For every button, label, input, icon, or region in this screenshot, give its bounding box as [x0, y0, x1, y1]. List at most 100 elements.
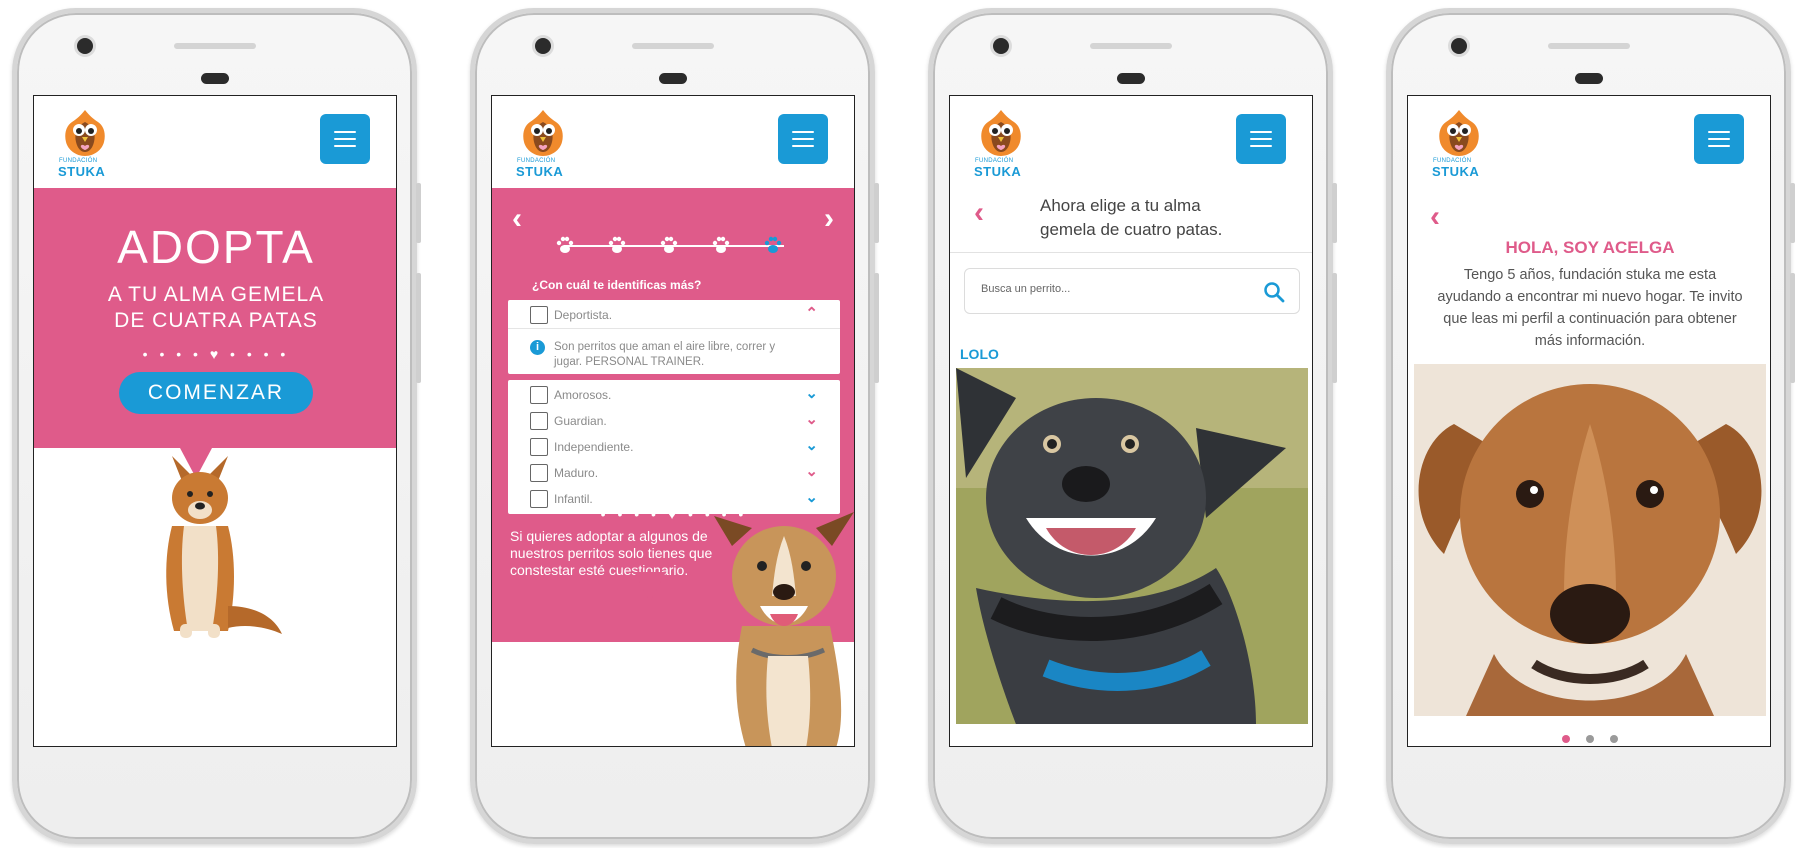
- paw-step-icon[interactable]: [606, 234, 628, 256]
- chevron-down-icon[interactable]: ⌄: [805, 410, 818, 428]
- sitting-dog-illustration: [166, 456, 282, 638]
- dog-photo-image: [1414, 364, 1766, 716]
- speaker-grille: [1089, 43, 1172, 49]
- dog-name-label[interactable]: LOLO: [960, 346, 999, 362]
- option-description: Son perritos que aman el aire libre, cor…: [554, 341, 776, 368]
- hamburger-icon: [1250, 131, 1272, 133]
- screen-quiz: FUNDACIÓN STUKA ‹ › ¿Con cuál te identif…: [491, 95, 855, 747]
- earpiece: [200, 73, 229, 84]
- back-button[interactable]: ‹: [974, 196, 984, 230]
- hamburger-menu-button[interactable]: [778, 114, 828, 164]
- chevron-down-icon[interactable]: ⌄: [805, 384, 818, 402]
- earpiece: [658, 73, 687, 84]
- quiz-question: ¿Con cuál te identificas más?: [532, 278, 702, 292]
- paw-step-icon[interactable]: [710, 234, 732, 256]
- option-deportista[interactable]: Deportista. ⌃ i Son perritos que aman el…: [508, 300, 840, 374]
- option-label: Guardian.: [554, 414, 607, 428]
- phone-frame-3: FUNDACIÓN STUKA ‹ Ahora elige a tu alma …: [928, 8, 1337, 844]
- earpiece: [1574, 73, 1603, 84]
- chevron-up-icon[interactable]: ⌃: [805, 304, 818, 322]
- speaker-grille: [173, 43, 256, 49]
- stuka-logo[interactable]: FUNDACIÓN STUKA: [1430, 108, 1486, 179]
- mockup-stage: FUNDACIÓN STUKA ADOPTA A TU ALMA GEMELA …: [0, 0, 1807, 848]
- hero-title: ADOPTA: [117, 221, 315, 273]
- divider: [950, 252, 1312, 253]
- search-icon[interactable]: [1263, 281, 1285, 303]
- option-label: Independiente.: [554, 440, 634, 454]
- dog-photo-image: [956, 368, 1308, 724]
- search-input[interactable]: [981, 283, 1241, 295]
- logo-name: STUKA: [516, 164, 564, 179]
- option-checkbox[interactable]: [530, 306, 548, 324]
- bird-logo-icon: [65, 110, 105, 156]
- speech-bubble-tail: [634, 572, 666, 602]
- logo-name: STUKA: [1432, 164, 1480, 179]
- camera-icon: [535, 38, 551, 54]
- logo-name: STUKA: [58, 164, 106, 179]
- camera-icon: [993, 38, 1009, 54]
- photo-pager[interactable]: [1408, 730, 1770, 746]
- stuka-logo[interactable]: FUNDACIÓN STUKA: [514, 108, 570, 179]
- bird-logo-icon: [1439, 110, 1479, 156]
- profile-description: Tengo 5 años, fundación stuka me esta ay…: [1437, 267, 1743, 349]
- chevron-down-icon[interactable]: ⌄: [805, 436, 818, 454]
- app-header: FUNDACIÓN STUKA: [492, 96, 854, 188]
- option-label: Amorosos.: [554, 388, 612, 402]
- phone-frame-4: FUNDACIÓN STUKA ‹ HOLA, SOY ACELGA Tengo…: [1386, 8, 1795, 844]
- pager-dot-active[interactable]: [1561, 735, 1570, 743]
- camera-icon: [77, 38, 93, 54]
- screen-choose-dog: FUNDACIÓN STUKA ‹ Ahora elige a tu alma …: [949, 95, 1313, 747]
- search-bar[interactable]: [964, 268, 1300, 314]
- step-progress: [554, 232, 794, 258]
- phone-frame-2: FUNDACIÓN STUKA ‹ › ¿Con cuál te identif…: [470, 8, 879, 844]
- option-label: Infantil.: [554, 492, 593, 506]
- hero-banner: ADOPTA A TU ALMA GEMELA DE CUATRA PATAS …: [34, 188, 396, 448]
- bird-logo-icon: [523, 110, 563, 156]
- hero-subtitle-line1: A TU ALMA GEMELA: [107, 283, 325, 306]
- quiz-footer-text: Si quieres adoptar a algunos de nuestros…: [510, 528, 713, 578]
- dog-photo-acelga[interactable]: [1414, 364, 1766, 716]
- chevron-down-icon[interactable]: ⌄: [805, 488, 818, 506]
- stuka-logo[interactable]: FUNDACIÓN STUKA: [972, 108, 1028, 179]
- back-button[interactable]: ‹: [1430, 200, 1440, 234]
- bird-logo-icon: [981, 110, 1021, 156]
- option-label: Deportista.: [554, 308, 613, 322]
- pager-dot[interactable]: [1610, 735, 1619, 743]
- hamburger-icon: [792, 131, 814, 133]
- earpiece: [1116, 73, 1145, 84]
- dog-photo-lolo[interactable]: [956, 368, 1308, 724]
- smiling-dog-illustration: [714, 512, 854, 746]
- pager-dot[interactable]: [1586, 735, 1594, 743]
- speaker-grille: [1547, 43, 1630, 49]
- prev-step-button[interactable]: ‹: [512, 202, 522, 236]
- option-checkbox[interactable]: [530, 464, 548, 482]
- profile-title: HOLA, SOY ACELGA: [1505, 238, 1675, 257]
- paw-step-icon[interactable]: [554, 234, 576, 256]
- camera-icon: [1451, 38, 1467, 54]
- hamburger-menu-button[interactable]: [1236, 114, 1286, 164]
- app-header: FUNDACIÓN STUKA: [34, 96, 396, 188]
- hamburger-menu-button[interactable]: [1694, 114, 1744, 164]
- next-step-button[interactable]: ›: [824, 202, 834, 236]
- screen-title: Ahora elige a tu alma gemela de cuatro p…: [1040, 196, 1223, 239]
- option-checkbox[interactable]: [530, 438, 548, 456]
- screen-adopta: FUNDACIÓN STUKA ADOPTA A TU ALMA GEMELA …: [33, 95, 397, 747]
- info-icon: i: [530, 340, 545, 355]
- app-header: FUNDACIÓN STUKA: [950, 96, 1312, 188]
- comenzar-button[interactable]: COMENZAR: [119, 372, 313, 414]
- stuka-logo[interactable]: FUNDACIÓN STUKA: [56, 108, 112, 179]
- chevron-down-icon[interactable]: ⌄: [805, 462, 818, 480]
- phone-frame-1: FUNDACIÓN STUKA ADOPTA A TU ALMA GEMELA …: [12, 8, 421, 844]
- app-header: FUNDACIÓN STUKA: [1408, 96, 1770, 188]
- option-label: Maduro.: [554, 466, 599, 480]
- hamburger-icon: [1708, 131, 1730, 133]
- hamburger-menu-button[interactable]: [320, 114, 370, 164]
- hamburger-icon: [334, 131, 356, 133]
- paw-step-active-icon[interactable]: [762, 234, 784, 256]
- option-checkbox[interactable]: [530, 412, 548, 430]
- screen-dog-profile: FUNDACIÓN STUKA ‹ HOLA, SOY ACELGA Tengo…: [1407, 95, 1771, 747]
- paw-step-icon[interactable]: [658, 234, 680, 256]
- heart-divider: • • • • ♥ • • • •: [142, 346, 290, 362]
- option-checkbox[interactable]: [530, 386, 548, 404]
- hero-subtitle-line2: DE CUATRA PATAS: [114, 309, 318, 332]
